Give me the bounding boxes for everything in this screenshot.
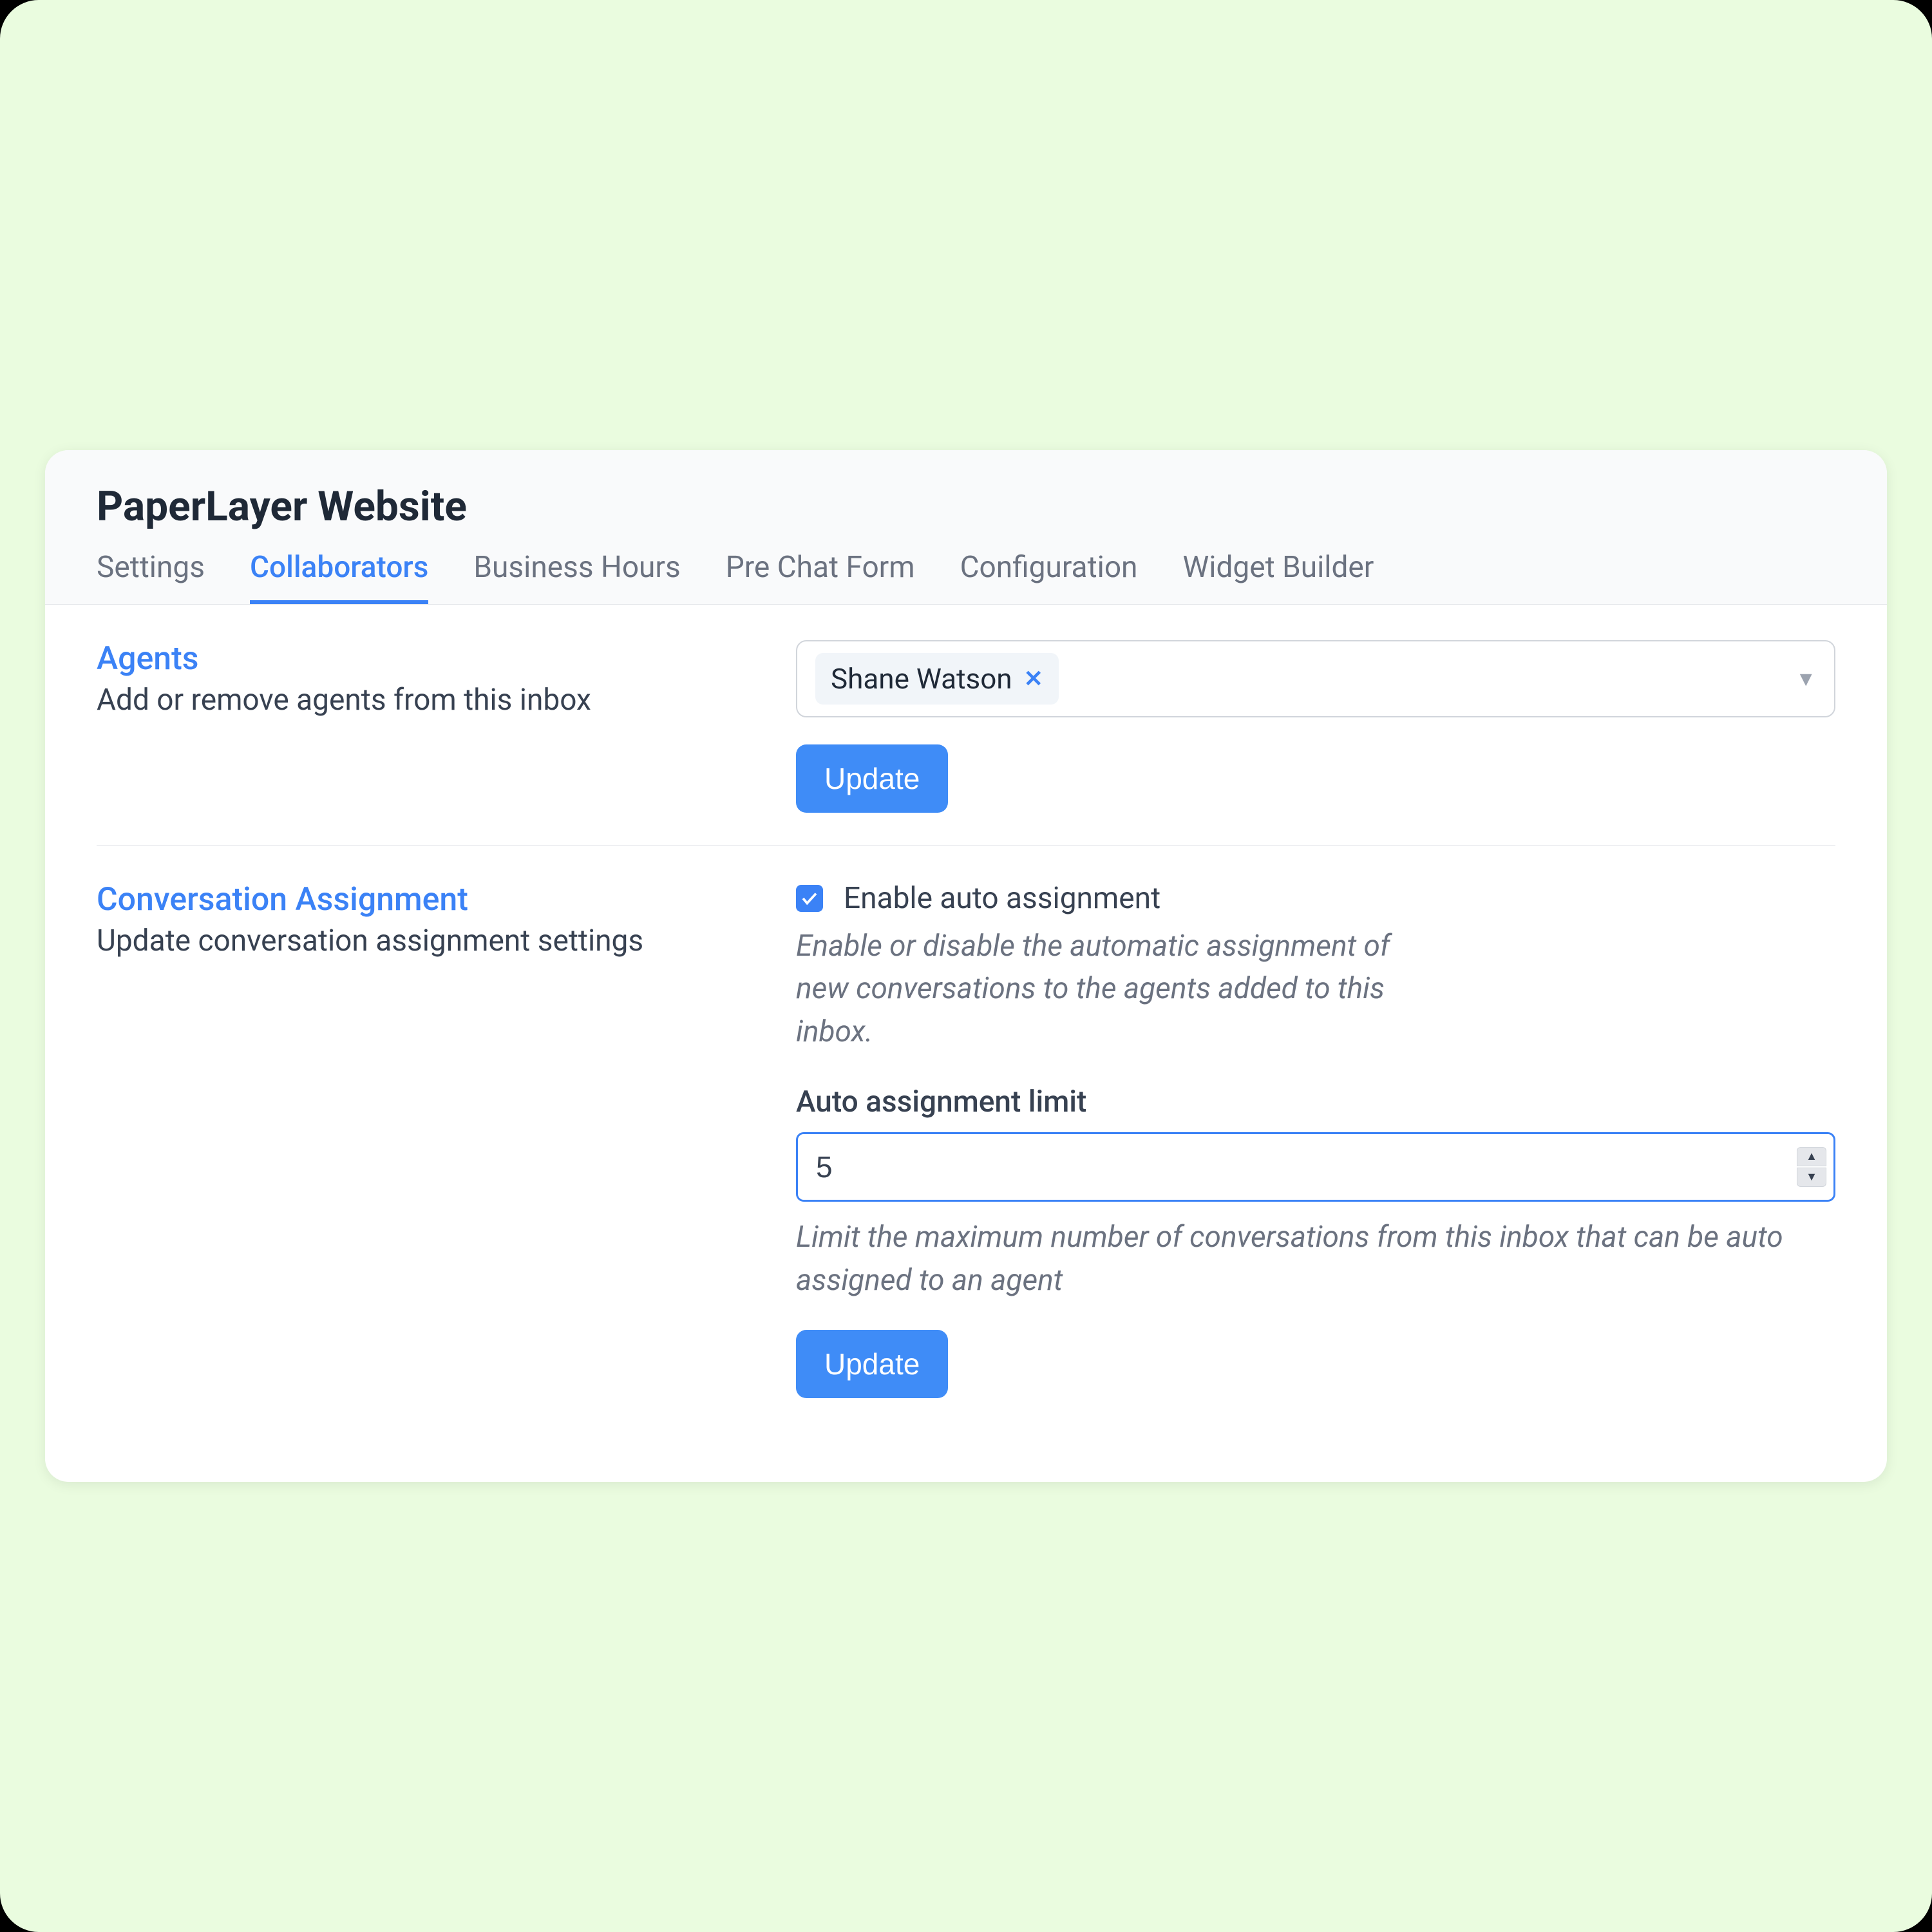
agents-update-button[interactable]: Update [796,744,948,813]
spinner-up-icon[interactable]: ▲ [1797,1147,1826,1166]
number-spinner: ▲ ▼ [1797,1147,1826,1187]
agent-tag-label: Shane Watson [831,662,1012,696]
agents-section: Agents Add or remove agents from this in… [97,640,1835,845]
agents-tags: Shane Watson ✕ [815,653,1059,705]
enable-auto-assignment-label: Enable auto assignment [844,881,1160,916]
assignment-section-header: Conversation Assignment Update conversat… [97,881,757,1398]
assignment-section: Conversation Assignment Update conversat… [97,845,1835,1430]
agents-section-header: Agents Add or remove agents from this in… [97,640,757,813]
check-icon [800,889,819,908]
tab-collaborators[interactable]: Collaborators [250,550,428,604]
tab-configuration[interactable]: Configuration [960,550,1138,604]
chevron-down-icon[interactable]: ▼ [1795,667,1816,691]
assignment-update-button[interactable]: Update [796,1330,948,1398]
agents-subtitle: Add or remove agents from this inbox [97,683,757,717]
page-title: PaperLayer Website [97,482,1835,531]
agents-title: Agents [97,640,757,677]
remove-agent-icon[interactable]: ✕ [1024,667,1043,690]
spinner-down-icon[interactable]: ▼ [1797,1168,1826,1187]
enable-auto-assignment-checkbox[interactable] [796,885,823,912]
agents-section-content: Shane Watson ✕ ▼ Update [796,640,1835,813]
enable-auto-assignment-row: Enable auto assignment [796,881,1835,916]
assignment-section-content: Enable auto assignment Enable or disable… [796,881,1835,1398]
tab-pre-chat-form[interactable]: Pre Chat Form [726,550,915,604]
limit-label: Auto assignment limit [796,1084,1835,1119]
enable-help-text: Enable or disable the automatic assignme… [796,925,1440,1054]
tab-business-hours[interactable]: Business Hours [473,550,680,604]
limit-input-wrapper: ▲ ▼ [796,1132,1835,1202]
tab-widget-builder[interactable]: Widget Builder [1182,550,1374,604]
tabs-nav: Settings Collaborators Business Hours Pr… [97,550,1835,604]
page-background: PaperLayer Website Settings Collaborator… [0,0,1932,1932]
card-header: PaperLayer Website Settings Collaborator… [45,450,1887,605]
assignment-title: Conversation Assignment [97,881,757,918]
agents-multiselect[interactable]: Shane Watson ✕ ▼ [796,640,1835,717]
auto-assignment-limit-input[interactable] [796,1132,1835,1202]
limit-help-text: Limit the maximum number of conversation… [796,1216,1835,1302]
assignment-subtitle: Update conversation assignment settings [97,923,757,958]
tab-settings[interactable]: Settings [97,550,205,604]
settings-card: PaperLayer Website Settings Collaborator… [45,450,1887,1482]
card-body: Agents Add or remove agents from this in… [45,605,1887,1482]
agent-tag: Shane Watson ✕ [815,653,1059,705]
